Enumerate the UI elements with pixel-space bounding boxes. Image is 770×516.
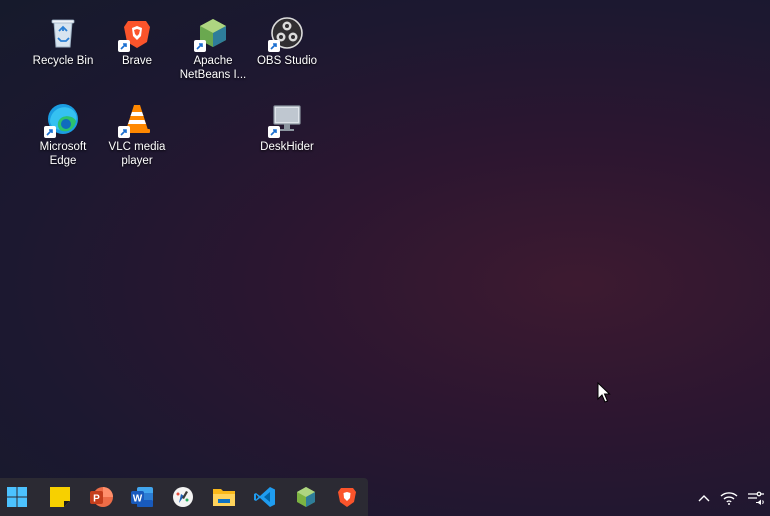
netbeans-icon: [297, 487, 315, 507]
desktop-icon-label: Microsoft Edge: [39, 141, 87, 167]
desktop-icon-label: DeskHider: [260, 141, 314, 153]
chevron-up-icon: [698, 495, 710, 502]
desktop-icon-label: Recycle Bin: [32, 55, 94, 67]
shortcut-arrow-icon: [268, 40, 280, 52]
file-explorer-icon: [213, 489, 235, 506]
quick-settings-button[interactable]: [745, 486, 767, 510]
paint-icon: [173, 487, 193, 507]
desktop-icon-label: VLC media player: [108, 141, 166, 167]
desktop-icon-vlc[interactable]: VLC media player: [100, 100, 174, 168]
taskbar-paint-button[interactable]: [169, 483, 197, 511]
taskbar-powerpoint-button[interactable]: P: [87, 483, 115, 511]
shortcut-arrow-icon: [44, 126, 56, 138]
word-icon: W: [131, 487, 153, 507]
taskbar: P W: [0, 478, 368, 516]
desktop: Recycle Bin Brave Apache NetBeans I... O…: [0, 0, 770, 478]
mouse-pointer-icon: [597, 381, 611, 408]
taskbar-netbeans-button[interactable]: [292, 483, 320, 511]
desktop-icon-obs-studio[interactable]: OBS Studio: [250, 14, 324, 68]
desktop-icon-microsoft-edge[interactable]: Microsoft Edge: [26, 100, 100, 168]
sticky-notes-icon: [50, 487, 70, 507]
taskbar-brave-button[interactable]: [333, 483, 361, 511]
show-hidden-icons-button[interactable]: [695, 486, 713, 510]
shortcut-arrow-icon: [194, 40, 206, 52]
desktop-icon-label: Brave: [121, 55, 153, 67]
wifi-icon: [720, 492, 738, 505]
powerpoint-icon: P: [90, 487, 113, 507]
brave-icon: [118, 16, 154, 52]
desktop-icon-recycle-bin[interactable]: Recycle Bin: [26, 14, 100, 68]
microsoft-edge-icon: [44, 102, 80, 138]
svg-text:P: P: [93, 494, 100, 505]
desktop-icon-netbeans[interactable]: Apache NetBeans I...: [176, 14, 250, 82]
quick-settings-icon: [748, 491, 764, 505]
taskbar-vscode-button[interactable]: [251, 483, 279, 511]
taskbar-word-button[interactable]: W: [128, 483, 156, 511]
shortcut-arrow-icon: [118, 126, 130, 138]
desktop-icon-label: OBS Studio: [256, 55, 318, 67]
taskbar-sticky-notes-button[interactable]: [46, 483, 74, 511]
desktop-icon-label: Apache NetBeans I...: [179, 55, 247, 81]
shortcut-arrow-icon: [268, 126, 280, 138]
monitor-icon: [268, 102, 304, 138]
vlc-icon: [118, 102, 154, 138]
network-button[interactable]: [718, 486, 740, 510]
brave-icon: [338, 488, 356, 507]
shortcut-arrow-icon: [118, 40, 130, 52]
recycle-bin-icon: [46, 16, 80, 50]
svg-text:W: W: [133, 494, 143, 505]
vscode-icon: [254, 487, 275, 507]
start-icon: [7, 487, 27, 507]
obs-studio-icon: [268, 16, 304, 52]
taskbar-file-explorer-button[interactable]: [210, 483, 238, 511]
netbeans-icon: [194, 16, 230, 52]
start-button[interactable]: [3, 483, 31, 511]
desktop-icon-deskhider[interactable]: DeskHider: [250, 100, 324, 154]
desktop-icon-brave[interactable]: Brave: [100, 14, 174, 68]
